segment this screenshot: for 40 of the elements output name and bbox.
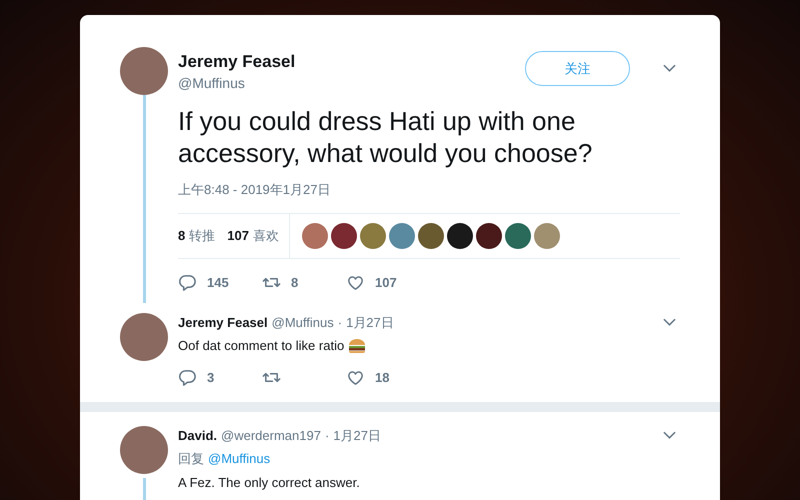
reply-icon[interactable] bbox=[178, 273, 197, 292]
chevron-down-icon[interactable] bbox=[663, 431, 676, 440]
reply-text: Oof dat comment to like ratio bbox=[178, 337, 344, 355]
author-handle[interactable]: @Muffinus bbox=[272, 312, 334, 332]
timestamp[interactable]: 上午8:48 - 2019年1月27日 bbox=[178, 180, 680, 200]
author-name[interactable]: Jeremy Feasel bbox=[178, 312, 268, 332]
action-count: 8 bbox=[291, 274, 298, 292]
stat-count[interactable]: 8 bbox=[178, 226, 186, 246]
tweet-text: If you could dress Hati up with one accessory, what would you choose? bbox=[178, 105, 594, 169]
reply-date[interactable]: 1月27日 bbox=[333, 426, 381, 445]
stat-count[interactable]: 107 bbox=[227, 226, 249, 246]
liker-avatar[interactable] bbox=[418, 222, 444, 248]
author-name[interactable]: Jeremy Feasel bbox=[178, 51, 525, 73]
separator-dot: · bbox=[324, 426, 330, 444]
action-count: 145 bbox=[207, 274, 229, 292]
author-handle[interactable]: @werderman197 bbox=[221, 426, 321, 445]
reply-text: A Fez. The only correct answer. bbox=[178, 474, 360, 492]
thread-line bbox=[142, 478, 146, 500]
reply-to-label: 回复 bbox=[178, 450, 204, 468]
chevron-down-icon[interactable] bbox=[663, 318, 676, 326]
liker-avatar[interactable] bbox=[504, 222, 531, 248]
liker-avatar[interactable] bbox=[330, 222, 357, 248]
liker-avatar[interactable] bbox=[476, 222, 502, 248]
action-count: 3 bbox=[207, 368, 214, 387]
action-count: 18 bbox=[375, 368, 390, 387]
avatar[interactable] bbox=[120, 426, 168, 474]
follow-button[interactable]: 关注 bbox=[525, 51, 630, 86]
avatar[interactable] bbox=[120, 47, 168, 95]
author-name[interactable]: David. bbox=[178, 426, 218, 445]
mention-link[interactable]: @Muffinus bbox=[208, 449, 270, 468]
stat-label[interactable]: 转推 bbox=[189, 226, 216, 246]
liker-avatar[interactable] bbox=[446, 222, 473, 248]
chevron-down-icon[interactable] bbox=[663, 64, 676, 72]
separator-dot: · bbox=[338, 314, 342, 332]
avatar[interactable] bbox=[120, 312, 168, 360]
stat-label[interactable]: 喜欢 bbox=[252, 226, 279, 246]
action-count: 107 bbox=[375, 274, 397, 292]
reply-icon[interactable] bbox=[178, 368, 197, 387]
reply-date[interactable]: 1月27日 bbox=[346, 312, 394, 332]
author-handle[interactable]: @Muffinus bbox=[178, 73, 525, 93]
